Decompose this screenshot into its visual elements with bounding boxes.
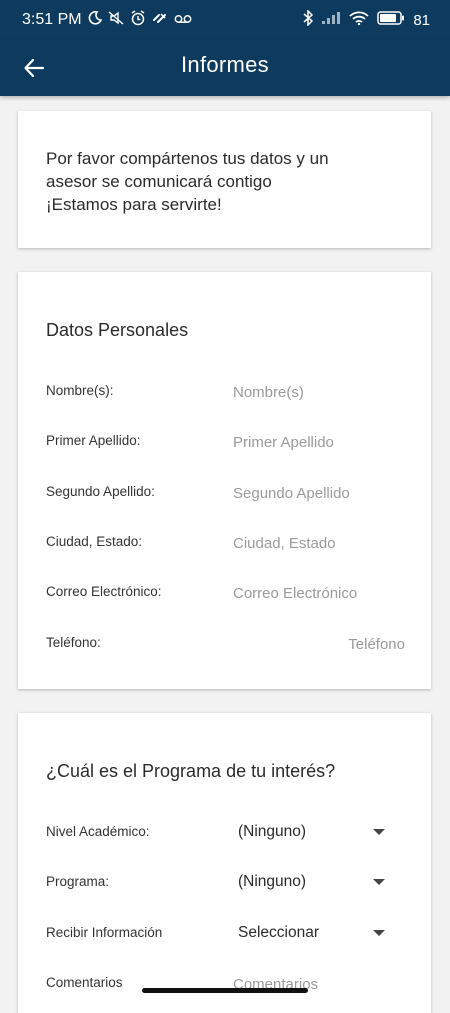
receive-info-value: Seleccionar	[238, 924, 319, 941]
receive-info-row: Recibir Información Seleccionar	[46, 922, 405, 946]
city-state-input[interactable]	[233, 531, 405, 555]
email-row: Correo Electrónico:	[46, 581, 405, 605]
status-time: 3:51 PM	[22, 11, 82, 28]
email-label: Correo Electrónico:	[46, 584, 162, 599]
first-surname-input[interactable]	[233, 430, 405, 454]
program-label: Programa:	[46, 874, 110, 889]
first-surname-row: Primer Apellido:	[46, 430, 405, 454]
academic-level-label: Nivel Académico:	[46, 824, 150, 839]
academic-level-value: (Ninguno)	[238, 823, 307, 840]
phone-label: Teléfono:	[46, 635, 101, 650]
second-surname-label: Segundo Apellido:	[46, 484, 155, 499]
program-select[interactable]: (Ninguno)	[238, 871, 405, 895]
program-heading: ¿Cuál es el Programa de tu interés?	[46, 761, 336, 781]
first-name-label: Nombre(s):	[46, 383, 114, 398]
status-right: 81	[303, 9, 450, 30]
dropdown-arrow-icon	[373, 879, 385, 885]
moon-icon	[88, 11, 102, 29]
first-surname-label: Primer Apellido:	[46, 433, 141, 448]
city-state-row: Ciudad, Estado:	[46, 531, 405, 555]
second-surname-input[interactable]	[233, 481, 405, 505]
status-bar: 3:51 PM 81	[0, 0, 450, 40]
first-name-row: Nombre(s):	[46, 380, 405, 404]
phone-row: Teléfono:	[46, 632, 405, 656]
home-indicator[interactable]	[142, 988, 308, 993]
mute-icon	[108, 11, 124, 29]
personal-data-card: Datos Personales Nombre(s): Primer Apell…	[18, 272, 431, 689]
dropdown-arrow-icon	[373, 829, 385, 835]
receive-info-select[interactable]: Seleccionar	[238, 922, 405, 946]
alarm-icon	[130, 10, 146, 30]
intro-message: Por favor compártenos tus datos y un ase…	[46, 147, 411, 216]
app-bar: Informes	[0, 40, 450, 96]
signal-icon	[321, 11, 341, 29]
status-left: 3:51 PM	[0, 10, 192, 30]
bluetooth-icon	[303, 9, 314, 30]
program-row: Programa: (Ninguno)	[46, 871, 405, 895]
city-state-label: Ciudad, Estado:	[46, 534, 143, 549]
intro-line-3: ¡Estamos para servirte!	[46, 195, 222, 214]
email-input[interactable]	[233, 581, 405, 605]
academic-level-select[interactable]: (Ninguno)	[238, 821, 405, 845]
intro-line-1: Por favor compártenos tus datos y un	[46, 149, 329, 168]
program-card: ¿Cuál es el Programa de tu interés? Nive…	[18, 713, 431, 1013]
phone-input[interactable]	[233, 632, 405, 656]
comments-label: Comentarios	[46, 975, 123, 990]
linked-icon	[152, 11, 168, 29]
second-surname-row: Segundo Apellido:	[46, 481, 405, 505]
personal-data-heading: Datos Personales	[46, 320, 189, 340]
voicemail-icon	[174, 12, 192, 29]
wifi-icon	[349, 11, 369, 29]
battery-icon	[377, 11, 405, 29]
academic-level-row: Nivel Académico: (Ninguno)	[46, 821, 405, 845]
intro-card: Por favor compártenos tus datos y un ase…	[18, 111, 431, 248]
page-title: Informes	[181, 52, 269, 77]
receive-info-label: Recibir Información	[46, 925, 163, 940]
program-value: (Ninguno)	[238, 873, 307, 890]
intro-line-2: asesor se comunicará contigo	[46, 172, 272, 191]
dropdown-arrow-icon	[373, 930, 385, 936]
battery-level: 81	[413, 11, 430, 29]
first-name-input[interactable]	[233, 380, 405, 404]
